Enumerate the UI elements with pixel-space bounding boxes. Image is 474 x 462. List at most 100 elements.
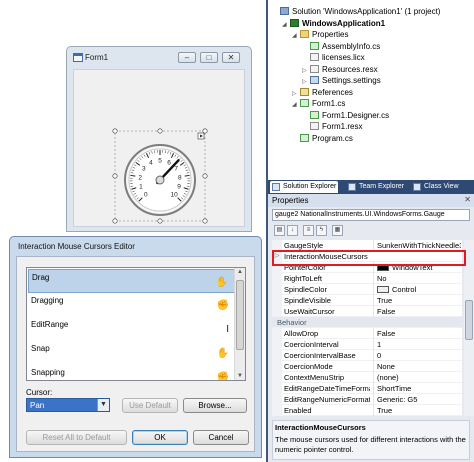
tree-node[interactable]: ▷ Settings.settings [302, 75, 381, 86]
property-value[interactable]: Control [373, 284, 461, 295]
scroll-thumb[interactable] [465, 300, 473, 340]
tree-node[interactable]: Form1.Designer.cs [302, 110, 389, 121]
list-item-drag[interactable]: Drag ✋ [28, 269, 235, 293]
tree-node-label: Form1.Designer.cs [322, 110, 390, 120]
property-value[interactable]: 0 [373, 350, 461, 361]
list-item-snap[interactable]: Snap ✋ [28, 341, 235, 365]
list-item-snapping[interactable]: Snapping ✊ [28, 365, 235, 380]
chevron-down-icon[interactable]: ▼ [97, 399, 109, 411]
property-row[interactable]: EditRangeNumericFormat Generic: G5 [272, 394, 462, 405]
hand-icon: ✋ [215, 277, 228, 288]
property-row[interactable]: EditRangeDateTimeForma ShortTime [272, 383, 462, 394]
close-button[interactable]: ✕ [222, 52, 240, 63]
list-scrollbar[interactable]: ▲ ▼ [234, 268, 245, 380]
maximize-button[interactable]: □ [200, 52, 218, 63]
property-value[interactable]: No [373, 273, 461, 284]
cursor-list[interactable]: Drag ✋ Dragging ✊ EditRange I Snap ✋ Sna… [26, 267, 246, 381]
close-icon[interactable]: ✕ [464, 195, 471, 204]
property-grid[interactable]: GaugeStyle SunkenWithThickNeedle3D ▷ Intera… [272, 240, 462, 416]
expanded-icon[interactable]: ◢ [292, 31, 299, 42]
tab-solution-explorer[interactable]: Solution Explorer [270, 181, 339, 193]
list-item-editrange[interactable]: EditRange I [28, 317, 235, 341]
resize-handle[interactable] [202, 173, 208, 179]
browse-button[interactable]: Browse... [183, 398, 247, 413]
scroll-down-icon[interactable]: ▼ [235, 373, 245, 379]
tick-label: 1 [139, 184, 143, 191]
property-row[interactable]: SpindleColor Control [272, 284, 462, 295]
list-item-label: Drag [32, 273, 50, 282]
tab-label: Class View [424, 183, 459, 190]
tree-node[interactable]: Form1.resx [302, 121, 362, 132]
property-row[interactable]: UseWaitCursor False [272, 306, 462, 317]
property-value[interactable]: True [373, 295, 461, 306]
property-category[interactable]: Behavior [272, 317, 462, 328]
property-value[interactable]: (none) [373, 372, 461, 383]
property-pages-icon[interactable]: ▦ [332, 225, 343, 236]
object-selector[interactable]: gauge2 NationalInstruments.UI.WindowsFor… [272, 209, 470, 221]
tree-node[interactable]: ◢ Form1.cs [292, 98, 345, 109]
expanded-icon[interactable]: ◢ [292, 100, 299, 111]
property-row[interactable]: CoercionIntervalBase 0 [272, 350, 462, 361]
tree-node[interactable]: licenses.licx [302, 52, 365, 63]
properties-icon[interactable]: ≡ [303, 225, 314, 236]
list-item-dragging[interactable]: Dragging ✊ [28, 293, 235, 317]
tree-node[interactable]: ◢ WindowsApplication1 [282, 18, 385, 29]
tree-node[interactable]: ◢ Properties [292, 29, 348, 40]
expanded-icon[interactable]: ◢ [282, 20, 289, 31]
properties-toolbar: ▤ ↓ ≡ ϟ ▦ [272, 224, 470, 238]
reset-all-button[interactable]: Reset All to Default [26, 430, 127, 445]
form1-titlebar[interactable]: Form1 – □ ✕ [67, 47, 251, 69]
tree-node[interactable]: ▷ Resources.resx [302, 64, 378, 75]
resize-handle[interactable] [202, 218, 208, 224]
property-row[interactable]: CoercionInterval 1 [272, 339, 462, 350]
scroll-up-icon[interactable]: ▲ [235, 269, 245, 275]
property-row[interactable]: ContextMenuStrip (none) [272, 372, 462, 383]
tree-node[interactable]: Solution 'WindowsApplication1' (1 projec… [272, 6, 440, 17]
ok-button[interactable]: OK [132, 430, 188, 445]
resize-handle[interactable] [112, 173, 118, 179]
property-row[interactable]: SpindleVisible True [272, 295, 462, 306]
property-value-text: Control [392, 285, 417, 294]
resize-handle[interactable] [157, 128, 163, 134]
minimize-button[interactable]: – [178, 52, 196, 63]
cancel-button[interactable]: Cancel [193, 430, 249, 445]
property-gutter [272, 284, 282, 295]
tab-team-explorer[interactable]: Team Explorer [346, 181, 406, 193]
property-value[interactable]: 1 [373, 339, 461, 350]
use-default-button[interactable]: Use Default [122, 398, 178, 413]
scroll-thumb[interactable] [236, 280, 244, 350]
alphabetical-icon[interactable]: ↓ [287, 225, 298, 236]
cursor-combobox[interactable]: Pan ▼ [26, 398, 110, 412]
property-row[interactable]: AllowDrop False [272, 328, 462, 339]
tree-node[interactable]: ▷ References [292, 87, 353, 98]
property-row[interactable]: CoercionMode None [272, 361, 462, 372]
tab-class-view[interactable]: Class View [411, 181, 461, 193]
property-value[interactable]: None [373, 361, 461, 372]
resize-handle[interactable] [202, 128, 208, 134]
ibeam-icon: I [226, 324, 229, 335]
tool-window-tabs[interactable]: Solution Explorer Team Explorer Class Vi… [266, 180, 474, 194]
property-value[interactable]: False [373, 328, 461, 339]
gauge-control[interactable]: 01 234 5 678 910 [112, 128, 208, 224]
properties-window[interactable]: Properties ✕ gauge2 NationalInstruments.… [266, 194, 474, 462]
property-row[interactable]: RightToLeft No [272, 273, 462, 284]
tree-node[interactable]: AssemblyInfo.cs [302, 41, 380, 52]
tick-label: 3 [142, 166, 146, 173]
property-row[interactable]: Enabled True [272, 405, 462, 416]
resize-handle[interactable] [112, 218, 118, 224]
categorized-icon[interactable]: ▤ [274, 225, 285, 236]
property-grid-scrollbar[interactable] [464, 240, 474, 416]
property-value-text: (none) [377, 373, 399, 382]
property-value[interactable]: False [373, 306, 461, 317]
designer-surface[interactable]: Form1 – □ ✕ 0 1 2 3 4 5 6 7 8 9 10 Interaction Mou… [0, 0, 266, 462]
events-icon[interactable]: ϟ [316, 225, 327, 236]
resize-handle[interactable] [112, 128, 118, 134]
resize-handle[interactable] [157, 218, 163, 224]
property-value[interactable]: True [373, 405, 461, 416]
solution-explorer[interactable]: Solution 'WindowsApplication1' (1 projec… [266, 0, 474, 180]
tree-node[interactable]: Program.cs [292, 133, 353, 144]
property-value[interactable]: ShortTime [373, 383, 461, 394]
cursors-editor-dialog[interactable]: Interaction Mouse Cursors Editor Drag ✋ … [9, 236, 262, 458]
property-value[interactable]: Generic: G5 [373, 394, 461, 405]
property-name: SpindleVisible [284, 296, 331, 305]
